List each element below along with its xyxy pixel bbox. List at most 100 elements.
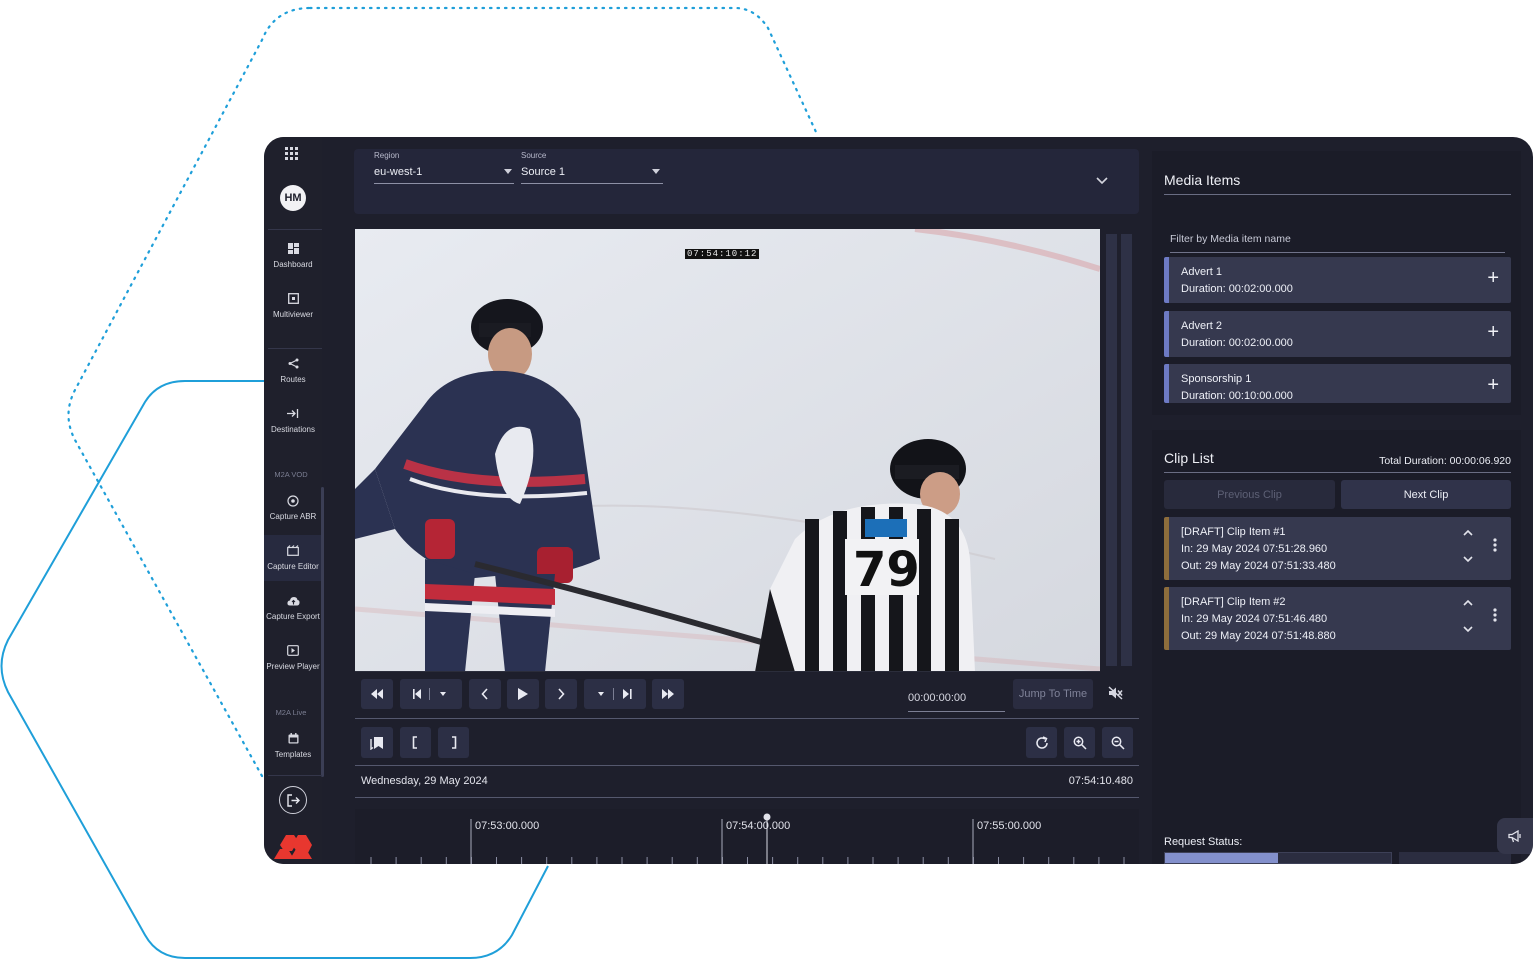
timeline-ruler[interactable]: 07:53:00.000 07:54:00.000 07:55:00.000 (355, 809, 1139, 864)
move-up-icon[interactable] (1463, 527, 1473, 539)
video-player[interactable]: 79 07:54:10:12 (355, 229, 1100, 672)
logout-button[interactable] (279, 786, 307, 814)
stage: HM Dashboard Multiviewer Routes Destinat… (0, 0, 1536, 960)
divider (1164, 472, 1511, 473)
source-underline (521, 183, 663, 184)
sidebar-item-label: Capture Export (266, 612, 320, 621)
add-icon[interactable]: + (1487, 375, 1499, 395)
brand-logo-icon (274, 831, 314, 864)
more-vert-icon[interactable] (1493, 608, 1497, 625)
media-item[interactable]: Advert 1 Duration: 00:02:00.000 + (1164, 257, 1511, 303)
source-value: Source 1 (521, 166, 566, 178)
play-icon (518, 688, 528, 700)
jump-to-time-button[interactable]: Jump To Time (1013, 679, 1093, 709)
avatar[interactable]: HM (280, 185, 306, 211)
sidebar-item-label: Multiviewer (272, 310, 313, 319)
zoom-out-icon (1111, 736, 1125, 750)
bookmark-button[interactable] (361, 727, 393, 758)
clip-item[interactable]: [DRAFT] Clip Item #1 In: 29 May 2024 07:… (1164, 517, 1511, 580)
previous-frame-button[interactable] (469, 679, 501, 709)
clip-item-name: [DRAFT] Clip Item #1 (1181, 526, 1286, 538)
apps-grid-icon[interactable] (285, 147, 301, 163)
expand-chevron-icon[interactable] (1096, 173, 1108, 188)
more-vert-icon[interactable] (1493, 538, 1497, 555)
move-down-icon[interactable] (1463, 624, 1473, 636)
timeline-date: Wednesday, 29 May 2024 (361, 775, 488, 787)
sidebar-item-capture-abr[interactable]: Capture ABR (264, 485, 322, 531)
divider (355, 797, 1139, 798)
refresh-icon (1035, 735, 1048, 749)
sidebar-item-label: Routes (280, 375, 306, 384)
zoom-in-button[interactable] (1064, 727, 1095, 758)
chevron-left-icon (481, 688, 488, 700)
divider (355, 718, 1139, 719)
feedback-button[interactable] (1497, 818, 1533, 854)
clip-item-in: In: 29 May 2024 07:51:46.480 (1181, 613, 1328, 625)
sidebar-item-capture-editor[interactable]: Capture Editor (264, 535, 322, 581)
sidebar-item-preview-player[interactable]: Preview Player (264, 635, 322, 681)
sidebar-scrollbar[interactable] (321, 487, 324, 777)
media-item-duration: Duration: 00:10:00.000 (1181, 390, 1293, 402)
media-item[interactable]: Sponsorship 1 Duration: 00:10:00.000 + (1164, 364, 1511, 403)
sidebar-item-multiviewer[interactable]: Multiviewer (264, 283, 322, 329)
chevron-down-icon (504, 169, 512, 174)
clip-item-name: [DRAFT] Clip Item #2 (1181, 596, 1286, 608)
skip-start-icon (413, 688, 446, 700)
sidebar-item-label: Capture ABR (269, 512, 317, 521)
editor-icon (287, 545, 299, 559)
mark-in-button[interactable] (400, 727, 431, 758)
app-window: HM Dashboard Multiviewer Routes Destinat… (264, 137, 1533, 864)
sidebar-item-dashboard[interactable]: Dashboard (264, 233, 322, 279)
source-selector-bar: Region eu-west-1 Source Source 1 (354, 149, 1139, 214)
media-items-title: Media Items (1164, 172, 1241, 188)
add-icon[interactable]: + (1487, 268, 1499, 288)
cloud-upload-icon (286, 595, 300, 609)
fast-forward-icon (662, 689, 674, 699)
refresh-button[interactable] (1026, 727, 1057, 758)
next-frame-button[interactable] (545, 679, 577, 709)
sidebar-section-vod: M2A VOD (274, 470, 308, 479)
rewind-icon (371, 689, 383, 699)
sidebar-item-routes[interactable]: Routes (264, 348, 322, 394)
video-frame-image: 79 (355, 229, 1100, 672)
media-filter-input[interactable]: Filter by Media item name (1170, 233, 1505, 253)
rewind-button[interactable] (361, 679, 393, 709)
dashboard-icon (287, 243, 299, 257)
skip-start-split-button[interactable] (400, 679, 462, 709)
mark-out-button[interactable] (438, 727, 469, 758)
timecode-overlay: 07:54:10:12 (685, 249, 760, 259)
media-item-duration: Duration: 00:02:00.000 (1181, 283, 1293, 295)
timeline-tick-label: 07:55:00.000 (977, 820, 1042, 832)
source-label: Source (521, 151, 547, 160)
clip-item-out: Out: 29 May 2024 07:51:33.480 (1181, 560, 1336, 572)
move-down-icon[interactable] (1463, 554, 1473, 566)
previous-clip-button[interactable]: Previous Clip (1164, 480, 1335, 509)
logout-icon (286, 793, 300, 807)
sidebar-item-capture-export[interactable]: Capture Export (264, 585, 322, 631)
sidebar-item-label: Capture Editor (267, 562, 319, 571)
sidebar-item-templates[interactable]: Templates (264, 723, 322, 769)
clip-item-out: Out: 29 May 2024 07:51:48.880 (1181, 630, 1336, 642)
fast-forward-button[interactable] (652, 679, 684, 709)
clip-item-in: In: 29 May 2024 07:51:28.960 (1181, 543, 1328, 555)
next-clip-button[interactable]: Next Clip (1341, 480, 1511, 509)
play-button[interactable] (507, 679, 539, 709)
add-icon[interactable]: + (1487, 322, 1499, 342)
media-item[interactable]: Advert 2 Duration: 00:02:00.000 + (1164, 311, 1511, 357)
clip-item[interactable]: [DRAFT] Clip Item #2 In: 29 May 2024 07:… (1164, 587, 1511, 650)
move-up-icon[interactable] (1463, 597, 1473, 609)
media-items-panel: Media Items Filter by Media item name Ad… (1152, 151, 1521, 415)
request-status-label: Request Status: (1164, 836, 1243, 848)
chevron-down-icon (652, 169, 660, 174)
sidebar: HM Dashboard Multiviewer Routes Destinat… (264, 137, 324, 864)
time-input[interactable]: 00:00:00:00 (908, 688, 1005, 712)
sidebar-item-label: Preview Player (266, 662, 320, 671)
capture-icon (287, 495, 299, 509)
request-status-bar-secondary (1399, 852, 1511, 864)
zoom-out-button[interactable] (1102, 727, 1133, 758)
chevron-right-icon (558, 688, 565, 700)
audio-meter-left (1106, 234, 1117, 666)
skip-end-split-button[interactable] (584, 679, 646, 709)
mute-icon[interactable] (1108, 686, 1123, 703)
sidebar-item-destinations[interactable]: Destinations (264, 398, 322, 444)
